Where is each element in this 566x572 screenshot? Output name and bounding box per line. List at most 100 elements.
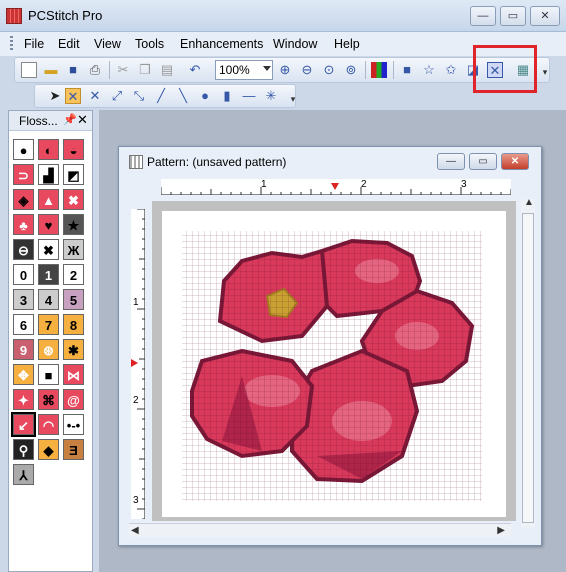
french-knot-icon[interactable]: ● [197, 88, 213, 104]
scroll-up-icon[interactable]: ▲ [524, 197, 534, 208]
flower-pattern [182, 231, 482, 501]
floss-symbol-7[interactable]: ▲ [38, 189, 59, 210]
floss-symbol-29[interactable]: ⋈ [63, 364, 84, 385]
floss-symbol-26[interactable]: ✱ [63, 339, 84, 360]
zoom-select[interactable]: 100% [215, 60, 273, 80]
full-stitch-icon[interactable]: ■ [399, 62, 415, 78]
floss-symbol-16[interactable]: 1 [38, 264, 59, 285]
main-toolbar: ▬ ■ ⎙ ✂ ❐ ▤ ↶ 100% ⊕ ⊖ ⊙ ⊚ ■ ☆ ✩ ◪ ✕ ▦ ▾ [14, 57, 550, 83]
floss-symbol-11[interactable]: ★ [63, 214, 84, 235]
long-stitch-icon[interactable]: — [241, 88, 257, 104]
toolbar-overflow-icon[interactable]: ▾ [537, 64, 553, 80]
pattern-icon [129, 155, 143, 169]
floss-symbol-39[interactable]: ⅄ [13, 464, 34, 485]
zoom-fit-icon[interactable]: ⊙ [321, 62, 337, 78]
menu-window[interactable]: Window [273, 37, 317, 51]
floss-symbol-32[interactable]: @ [63, 389, 84, 410]
save-icon[interactable]: ■ [65, 62, 81, 78]
three-quarter-stitch-icon[interactable]: ⤡ [131, 88, 147, 104]
floss-symbol-2[interactable]: ◒ [63, 139, 84, 160]
floss-symbol-30[interactable]: ✦ [13, 389, 34, 410]
line-icon[interactable]: ╲ [175, 88, 191, 104]
star-icon[interactable]: ☆ [421, 62, 437, 78]
palette-icon[interactable] [371, 62, 387, 78]
pattern-canvas[interactable] [162, 211, 506, 517]
floss-symbol-8[interactable]: ✖ [63, 189, 84, 210]
horizontal-scrollbar[interactable]: ◀ ▶ [129, 523, 511, 537]
zoom-value: 100% [219, 63, 250, 77]
floss-symbol-25[interactable]: ⊛ [38, 339, 59, 360]
menu-view[interactable]: View [94, 37, 121, 51]
menu-tools[interactable]: Tools [135, 37, 164, 51]
highlight-box [473, 45, 537, 93]
floss-symbol-31[interactable]: ⌘ [38, 389, 59, 410]
undo-icon[interactable]: ↶ [187, 62, 203, 78]
floss-symbol-33[interactable]: ↙ [11, 412, 36, 437]
floss-symbol-9[interactable]: ♣ [13, 214, 34, 235]
vertical-scroll-thumb[interactable] [522, 213, 534, 523]
specialty-stitch-icon[interactable]: ✳ [263, 88, 279, 104]
scroll-left-icon[interactable]: ◀ [131, 525, 139, 536]
floss-symbol-4[interactable]: ▟ [38, 164, 59, 185]
paste-icon[interactable]: ▤ [159, 62, 175, 78]
floss-symbol-27[interactable]: ✥ [13, 364, 34, 385]
floss-symbol-14[interactable]: Ж [63, 239, 84, 260]
bead-icon[interactable]: ▮ [219, 88, 235, 104]
backstitch-icon[interactable]: ╱ [153, 88, 169, 104]
separator [393, 61, 394, 79]
floss-symbol-21[interactable]: 6 [13, 314, 34, 335]
new-file-icon[interactable] [21, 62, 37, 78]
star-icon[interactable]: ✩ [443, 62, 459, 78]
menu-edit[interactable]: Edit [58, 37, 80, 51]
floss-symbol-15[interactable]: 0 [13, 264, 34, 285]
print-icon[interactable]: ⎙ [87, 62, 103, 78]
pattern-close-button[interactable]: ✕ [501, 153, 529, 170]
menu-file[interactable]: File [24, 37, 44, 51]
zoom-out-icon[interactable]: ⊖ [299, 62, 315, 78]
floss-symbol-13[interactable]: ✖ [38, 239, 59, 260]
cut-icon[interactable]: ✂ [115, 62, 131, 78]
ruler-label: 3 [461, 179, 467, 190]
toolbar-overflow-icon[interactable]: ▾ [285, 91, 301, 107]
copy-icon[interactable]: ❐ [137, 62, 153, 78]
floss-symbol-22[interactable]: 7 [38, 314, 59, 335]
floss-symbol-6[interactable]: ◈ [13, 189, 34, 210]
scroll-right-icon[interactable]: ▶ [497, 525, 505, 536]
floss-symbol-12[interactable]: ⊖ [13, 239, 34, 260]
floss-symbol-20[interactable]: 5 [63, 289, 84, 310]
half-stitch-icon[interactable]: ⤢ [109, 88, 125, 104]
close-icon[interactable]: ✕ [77, 112, 88, 128]
vertical-scrollbar[interactable]: ▲ [521, 197, 535, 527]
floss-symbol-35[interactable]: •-• [63, 414, 84, 435]
open-folder-icon[interactable]: ▬ [43, 62, 59, 78]
floss-symbol-18[interactable]: 3 [13, 289, 34, 310]
cross-stitch-icon[interactable]: ✕ [65, 88, 81, 104]
floss-symbol-1[interactable]: ◐ [38, 139, 59, 160]
pointer-icon[interactable]: ➤ [47, 88, 63, 104]
title-bar: PCStitch Pro — ▭ ✕ [0, 0, 566, 32]
floss-symbol-36[interactable]: ⚲ [13, 439, 34, 460]
pattern-maximize-button[interactable]: ▭ [469, 153, 497, 170]
floss-symbol-0[interactable]: ● [13, 139, 34, 160]
pattern-minimize-button[interactable]: — [437, 153, 465, 170]
menu-help[interactable]: Help [334, 37, 360, 51]
floss-symbol-17[interactable]: 2 [63, 264, 84, 285]
floss-symbol-34[interactable]: ◠ [38, 414, 59, 435]
floss-symbol-3[interactable]: ⊃ [13, 164, 34, 185]
floss-symbol-5[interactable]: ◩ [63, 164, 84, 185]
floss-symbol-24[interactable]: 9 [13, 339, 34, 360]
floss-symbol-10[interactable]: ♥ [38, 214, 59, 235]
zoom-in-icon[interactable]: ⊕ [277, 62, 293, 78]
pin-icon[interactable]: 📌 [63, 113, 77, 126]
floss-symbol-38[interactable]: Ǝ [63, 439, 84, 460]
quarter-stitch-icon[interactable]: ✕ [87, 88, 103, 104]
floss-symbol-19[interactable]: 4 [38, 289, 59, 310]
minimize-button[interactable]: — [470, 6, 496, 26]
maximize-button[interactable]: ▭ [500, 6, 526, 26]
floss-symbol-28[interactable]: ■ [38, 364, 59, 385]
close-button[interactable]: ✕ [530, 6, 560, 26]
menu-enhancements[interactable]: Enhancements [180, 37, 263, 51]
floss-symbol-37[interactable]: ◆ [38, 439, 59, 460]
floss-symbol-23[interactable]: 8 [63, 314, 84, 335]
zoom-actual-icon[interactable]: ⊚ [343, 62, 359, 78]
